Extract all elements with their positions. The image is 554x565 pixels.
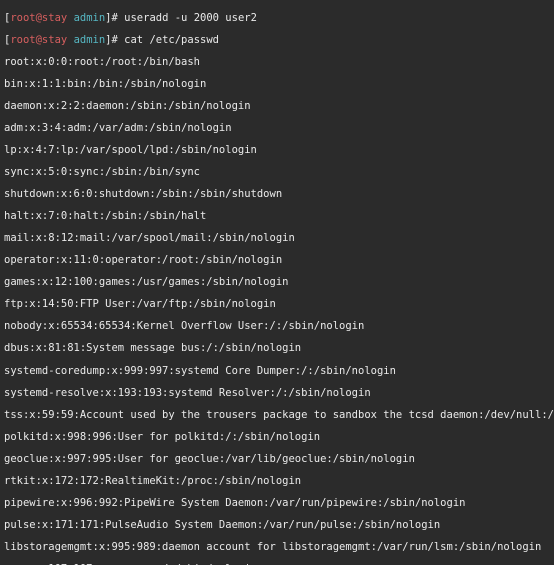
cwd: admin xyxy=(74,34,106,46)
passwd-line: tss:x:59:59:Account used by the trousers… xyxy=(4,410,550,421)
passwd-line: mail:x:8:12:mail:/var/spool/mail:/sbin/n… xyxy=(4,233,550,244)
passwd-line: ftp:x:14:50:FTP User:/var/ftp:/sbin/nolo… xyxy=(4,299,550,310)
passwd-line: rtkit:x:172:172:RealtimeKit:/proc:/sbin/… xyxy=(4,476,550,487)
passwd-line: sync:x:5:0:sync:/sbin:/bin/sync xyxy=(4,167,550,178)
passwd-line: libstoragemgmt:x:995:989:daemon account … xyxy=(4,542,550,553)
passwd-line: lp:x:4:7:lp:/var/spool/lpd:/sbin/nologin xyxy=(4,145,550,156)
passwd-line: polkitd:x:998:996:User for polkitd:/:/sb… xyxy=(4,432,550,443)
prompt-line-2: [root@stay admin]# cat /etc/passwd xyxy=(4,35,550,46)
passwd-line: systemd-resolve:x:193:193:systemd Resolv… xyxy=(4,388,550,399)
command-text: cat /etc/passwd xyxy=(124,34,219,46)
passwd-line: bin:x:1:1:bin:/bin:/sbin/nologin xyxy=(4,79,550,90)
passwd-line: operator:x:11:0:operator:/root:/sbin/nol… xyxy=(4,255,550,266)
prompt-line-1: [root@stay admin]# useradd -u 2000 user2 xyxy=(4,13,550,24)
passwd-line: shutdown:x:6:0:shutdown:/sbin:/sbin/shut… xyxy=(4,189,550,200)
passwd-line: systemd-coredump:x:999:997:systemd Core … xyxy=(4,366,550,377)
passwd-line: adm:x:3:4:adm:/var/adm:/sbin/nologin xyxy=(4,123,550,134)
passwd-line: root:x:0:0:root:/root:/bin/bash xyxy=(4,57,550,68)
passwd-line: halt:x:7:0:halt:/sbin:/sbin/halt xyxy=(4,211,550,222)
prompt-hash: # xyxy=(112,12,125,24)
terminal-output[interactable]: [root@stay admin]# useradd -u 2000 user2… xyxy=(0,0,554,565)
user-host: root@stay xyxy=(10,12,67,24)
passwd-line: nobody:x:65534:65534:Kernel Overflow Use… xyxy=(4,321,550,332)
passwd-line: pipewire:x:996:992:PipeWire System Daemo… xyxy=(4,498,550,509)
cwd: admin xyxy=(74,12,106,24)
user-host: root@stay xyxy=(10,34,67,46)
prompt-hash: # xyxy=(112,34,125,46)
command-text: useradd -u 2000 user2 xyxy=(124,12,257,24)
passwd-line: games:x:12:100:games:/usr/games:/sbin/no… xyxy=(4,277,550,288)
passwd-line: geoclue:x:997:995:User for geoclue:/var/… xyxy=(4,454,550,465)
passwd-line: daemon:x:2:2:daemon:/sbin:/sbin/nologin xyxy=(4,101,550,112)
passwd-line: dbus:x:81:81:System message bus:/:/sbin/… xyxy=(4,343,550,354)
passwd-line: pulse:x:171:171:PulseAudio System Daemon… xyxy=(4,520,550,531)
